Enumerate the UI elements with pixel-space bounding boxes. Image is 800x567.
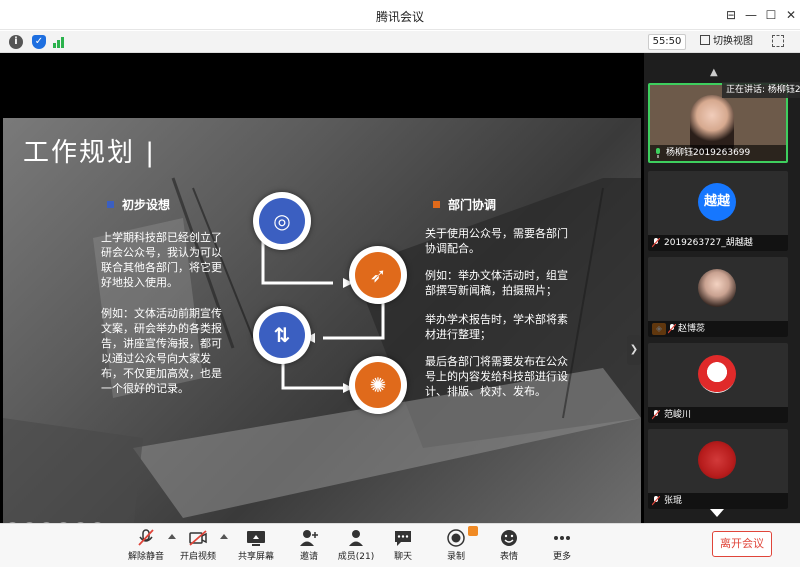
security-shield-icon[interactable]: ✓ xyxy=(32,35,46,49)
adjust-circle: ⇅ xyxy=(253,306,311,364)
reaction-button[interactable]: 表情 xyxy=(481,526,537,566)
avatar xyxy=(698,269,736,307)
record-button[interactable]: 录制 xyxy=(428,526,484,566)
right-section-paragraph-1: 关于使用公众号，需要各部门协调配合。 xyxy=(425,227,568,255)
unmute-label: 解除静音 xyxy=(127,552,164,562)
maximize-button[interactable]: ☐ xyxy=(762,6,780,24)
shared-screen-area: 工作规划 | 初步设想 上学期科技部已经创立了研会公众号，我认为可以联合其他各部… xyxy=(0,53,644,531)
title-bar: 腾讯会议 ⊟ — ☐ ✕ xyxy=(0,0,800,30)
presentation-slide: 工作规划 | 初步设想 上学期科技部已经创立了研会公众号，我认为可以联合其他各部… xyxy=(3,118,641,531)
microphone-muted-icon xyxy=(668,324,676,334)
right-section-paragraph-4: 最后各部门将需要发布在公众号上的内容发给科技部进行设计、排版、校对、发布。 xyxy=(425,355,568,398)
participant-tile-4[interactable]: 范峻川 xyxy=(648,343,788,423)
orange-bullet-icon xyxy=(433,201,440,208)
avatar xyxy=(698,441,736,479)
participant-name: 杨柳钰2019263699 xyxy=(650,145,786,161)
blue-bullet-icon xyxy=(107,201,114,208)
microphone-muted-icon xyxy=(652,238,660,248)
chat-button[interactable]: 聊天 xyxy=(375,526,431,566)
microphone-muted-icon xyxy=(138,529,154,546)
record-badge-icon xyxy=(468,526,478,536)
unmute-button[interactable]: 解除静音 xyxy=(118,526,174,566)
goal-circle: ➶ xyxy=(349,246,407,304)
participants-panel: ▲ 杨柳钰2019263699 正在讲话: 杨柳钰2 越越 2019263727… xyxy=(644,53,800,523)
scroll-up-icon[interactable]: ▲ xyxy=(710,67,718,78)
left-section-paragraph-2: 例如：文体活动前期宣传文案，研会举办的各类报告，讲座宣传海报，都可以通过公众号向… xyxy=(101,307,222,395)
info-bar: i ✓ 55:50 切换视图 xyxy=(0,31,800,53)
network-signal-icon[interactable] xyxy=(53,36,67,48)
speaking-indicator: 正在讲话: 杨柳钰2 xyxy=(722,82,800,98)
participant-tile-3[interactable]: ◈ 赵博蕊 xyxy=(648,257,788,337)
meeting-info-icon[interactable]: i xyxy=(9,35,23,49)
participant-name: 范峻川 xyxy=(648,407,788,423)
microphone-muted-icon xyxy=(652,410,660,420)
microphone-muted-icon xyxy=(652,496,660,506)
participant-name: 张琨 xyxy=(648,493,788,509)
microphone-icon xyxy=(656,148,660,158)
pin-icon[interactable]: ⊟ xyxy=(722,6,740,24)
record-icon xyxy=(447,529,465,547)
goal-arrow-icon: ➶ xyxy=(355,252,401,298)
close-button[interactable]: ✕ xyxy=(782,6,800,24)
chat-label: 聊天 xyxy=(393,552,412,562)
slide-title: 工作规划 | xyxy=(23,138,157,168)
chat-icon xyxy=(395,531,411,546)
participant-tile-2[interactable]: 越越 2019263727_胡越越 xyxy=(648,171,788,251)
right-section-heading: 部门协调 xyxy=(433,196,496,213)
add-user-icon xyxy=(300,530,318,546)
start-video-button[interactable]: 开启视频 xyxy=(170,526,226,566)
participant-tile-5[interactable]: 张琨 xyxy=(648,429,788,509)
bottom-toolbar: 解除静音 开启视频 共享屏幕 邀请 成员(21) 聊天 录制 表情 更多 离开会… xyxy=(0,523,800,567)
more-dots-icon xyxy=(554,536,570,540)
publish-circle: ✺ xyxy=(349,356,407,414)
avatar xyxy=(698,355,736,393)
window-title: 腾讯会议 xyxy=(375,10,424,24)
right-section-paragraph-2: 例如：举办文体活动时，组宣部撰写新闻稿，拍摄照片； xyxy=(425,269,568,297)
scroll-down-icon[interactable] xyxy=(710,509,724,517)
leave-meeting-button[interactable]: 离开会议 xyxy=(712,531,772,557)
participant-name: 2019263727_胡越越 xyxy=(648,235,788,251)
video-options-caret-icon[interactable] xyxy=(220,534,228,539)
more-button[interactable]: 更多 xyxy=(534,526,590,566)
camera-off-icon xyxy=(189,530,207,546)
reaction-label: 表情 xyxy=(499,552,518,562)
share-screen-label: 共享屏幕 xyxy=(237,552,274,562)
switch-view-label: 切换视图 xyxy=(713,36,753,47)
collapse-panel-handle[interactable]: ❯ xyxy=(627,335,641,365)
members-icon xyxy=(349,530,363,546)
hub-icon: ✺ xyxy=(355,362,401,408)
target-circle: ◎ xyxy=(253,192,311,250)
minimize-button[interactable]: — xyxy=(742,6,760,24)
fullscreen-icon[interactable] xyxy=(772,35,784,47)
right-section-heading-text: 部门协调 xyxy=(448,198,497,212)
target-icon: ◎ xyxy=(259,198,305,244)
record-label: 录制 xyxy=(446,552,465,562)
switch-view-button[interactable]: 切换视图 xyxy=(700,34,760,50)
sliders-icon: ⇅ xyxy=(259,312,305,358)
grid-view-icon xyxy=(700,35,710,45)
left-section-heading-text: 初步设想 xyxy=(122,198,171,212)
start-video-label: 开启视频 xyxy=(179,552,216,562)
left-section-paragraph-1: 上学期科技部已经创立了研会公众号，我认为可以联合其他各部门，将它更好地投入使用。 xyxy=(101,231,222,289)
right-section-paragraph-3: 举办学术报告时，学术部将素材进行整理； xyxy=(425,313,568,341)
avatar: 越越 xyxy=(698,183,736,221)
meeting-timer: 55:50 xyxy=(648,34,686,50)
left-section-heading: 初步设想 xyxy=(107,196,170,213)
more-label: 更多 xyxy=(552,552,571,562)
share-screen-button[interactable]: 共享屏幕 xyxy=(228,526,284,566)
emoji-icon xyxy=(501,530,517,546)
share-screen-icon xyxy=(247,531,265,546)
